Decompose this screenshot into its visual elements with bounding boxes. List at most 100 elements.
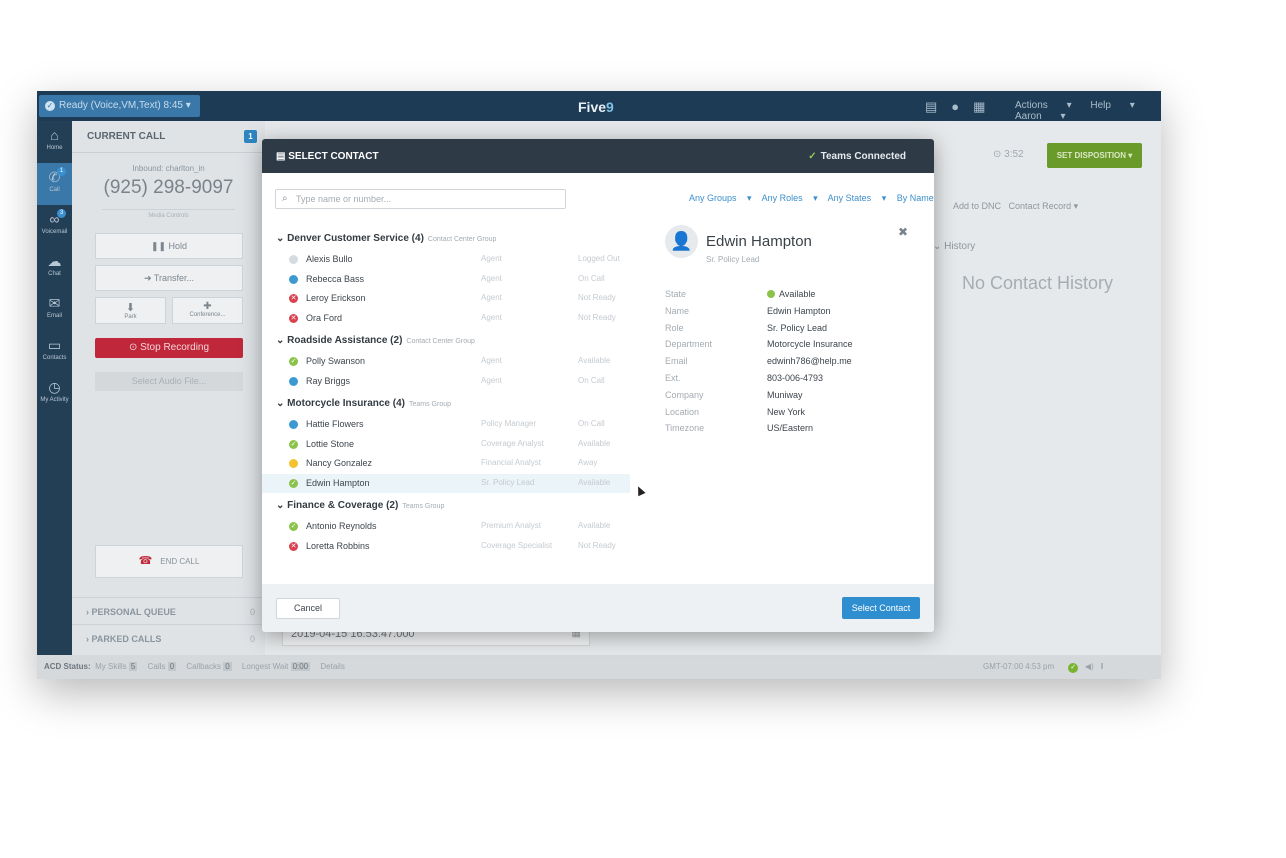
contact-state: Available [578,356,611,365]
transfer-button[interactable]: ➜ Transfer... [95,265,243,291]
home-icon: ⌂ [50,127,59,143]
personal-queue-row[interactable]: › PERSONAL QUEUE 0 [72,597,265,624]
history-header[interactable]: ⌄ History [933,241,975,252]
nav-contacts[interactable]: ▭ Contacts [37,331,72,373]
conference-button[interactable]: ✚ Conference... [172,297,243,324]
teams-connected-status: ✓ Teams Connected [808,151,906,162]
status-available-icon: ✓ [289,522,298,531]
status-right: GMT-07:00 4:53 pm ✓ ◀) ǁ [983,662,1104,673]
contact-row[interactable]: ✓ Polly Swanson Agent Available [262,352,630,371]
parked-calls-row[interactable]: › PARKED CALLS 0 [72,624,265,651]
no-history-text: No Contact History [962,273,1114,293]
microphone-icon[interactable]: ǁ [1100,662,1103,671]
current-call-panel: CURRENT CALL 1 Inbound: charlton_in (925)… [72,121,265,655]
detail-field: Location New York [665,407,915,423]
status-not-ready-icon: ✕ [289,294,298,303]
nav-email[interactable]: ✉ Email [37,289,72,331]
contact-name: Alexis Bullo [306,254,353,264]
contact-row[interactable]: Ray Briggs Agent On Call [262,372,630,391]
select-audio-button[interactable]: Select Audio File... [95,372,243,391]
voicemail-badge: 3 [57,209,66,218]
agent-state-label: Ready (Voice,VM,Text) 8:45 [59,100,183,111]
detail-key: Role [665,322,684,333]
contact-detail-role: Sr. Policy Lead [706,255,760,264]
email-icon: ✉ [48,295,61,311]
detail-value: Muniway [767,389,803,400]
detail-value: Available [767,289,815,299]
hangup-icon: ☎ [138,555,153,567]
contact-row[interactable]: Alexis Bullo Agent Logged Out [262,250,630,269]
contact-record-link[interactable]: Contact Record ▾ [1009,201,1079,211]
record-icon: ⊙ [128,342,138,353]
detail-key: Email [665,356,688,367]
contact-detail-name: Edwin Hampton [706,233,812,250]
nav-voicemail[interactable]: ∞ Voicemail 3 [37,205,72,247]
filter-roles[interactable]: Any Roles ▾ [762,193,818,203]
detail-value: New York [767,406,806,417]
set-disposition-button[interactable]: SET DISPOSITION ▾ [1047,143,1142,168]
contact-row[interactable]: ✓ Antonio Reynolds Premium Analyst Availabl… [262,517,630,536]
contact-name: Rebecca Bass [306,273,365,284]
check-icon: ✓ [1068,663,1079,673]
contact-name: Leroy Erickson [306,293,366,303]
detail-key: Name [665,305,690,316]
chat-bubble-icon[interactable]: ● [951,99,959,114]
current-call-header: CURRENT CALL 1 [72,121,265,153]
status-away-icon [289,459,298,468]
select-contact-button[interactable]: Select Contact [842,597,920,619]
contact-name: Polly Swanson [306,356,366,366]
contact-group-header[interactable]: ⌄ Roadside Assistance (2) Contact Center … [276,335,475,346]
stop-recording-button[interactable]: ⊙ Stop Recording [95,338,243,358]
folder-icon: ▭ [47,337,62,353]
contact-search-input[interactable]: ⌕ Type name or number... [275,189,566,209]
top-icons: ▤ ● ▦ [925,99,999,115]
filter-groups[interactable]: Any Groups ▾ [689,193,752,203]
detail-key: Ext. [665,373,681,383]
calendar-icon[interactable]: ▦ [973,99,985,114]
nav-my-activity[interactable]: ◷ My Activity [37,373,72,415]
status-not-ready-icon: ✕ [289,313,298,323]
agent-state-button[interactable]: ✓ Ready (Voice,VM,Text) 8:45 ▾ [39,95,200,117]
status-not-ready-icon: ✕ [289,541,298,551]
book-icon[interactable]: ▤ [925,99,937,114]
filter-states[interactable]: Any States ▾ [828,193,887,203]
contact-row[interactable]: ✕ Loretta Robbins Coverage Specialist Not R… [262,537,630,556]
end-call-button[interactable]: ☎ END CALL [95,545,243,578]
nav-chat[interactable]: ☁ Chat [37,247,72,289]
detail-field: Ext. 803-006-4793 [665,373,915,389]
status-on-call-icon [289,274,298,284]
detail-field: Timezone US/Eastern [665,423,915,439]
check-icon: ✓ [808,151,817,162]
contact-group-header[interactable]: ⌄ Denver Customer Service (4) Contact Cen… [276,233,496,244]
park-button[interactable]: ⬇ Park [95,297,166,324]
volume-icon[interactable]: ◀) [1085,662,1094,671]
detail-value: Edwin Hampton [767,305,831,316]
details-link[interactable]: Details [320,662,344,671]
contact-group-header[interactable]: ⌄ Finance & Coverage (2) Teams Group [276,500,444,511]
close-icon[interactable]: ✖ [898,225,908,239]
add-dnc-link[interactable]: Add to DNC [953,201,1001,211]
contact-row[interactable]: ✕ Ora Ford Agent Not Ready [262,309,630,328]
modal-title: ▤ SELECT CONTACT [276,151,379,162]
nav-call[interactable]: ✆ Call 1 [37,163,72,205]
contact-row[interactable]: Hattie Flowers Policy Manager On Call [262,415,630,434]
contact-row[interactable]: ✓ Edwin Hampton Sr. Policy Lead Available [262,473,630,493]
detail-key: State [665,289,687,299]
contact-row[interactable]: ✕ Leroy Erickson Agent Not Ready [262,289,630,308]
avatar: 👤 [665,225,698,258]
contact-row[interactable]: ✓ Lottie Stone Coverage Analyst Available [262,435,630,454]
contact-group-header[interactable]: ⌄ Motorcycle Insurance (4) Teams Group [276,398,451,409]
help-menu[interactable]: Help ▾ [1090,100,1134,111]
cancel-button[interactable]: Cancel [276,598,340,619]
contact-state: On Call [578,273,605,283]
detail-field: State Available [665,289,915,305]
contact-row[interactable]: Rebecca Bass Agent On Call [262,270,630,289]
add-user-icon: ✚ [203,301,212,312]
contact-actions: Add to DNC Contact Record ▾ [953,201,1078,212]
voicemail-icon: ∞ [49,211,60,227]
sort-by-name[interactable]: By Name ▾ [897,193,934,203]
nav-home[interactable]: ⌂ Home [37,121,72,163]
contact-row[interactable]: Nancy Gonzalez Financial Analyst Away [262,454,630,473]
hold-button[interactable]: ❚❚ Hold [95,233,243,259]
actions-menu[interactable]: Actions ▾ [1015,100,1072,111]
